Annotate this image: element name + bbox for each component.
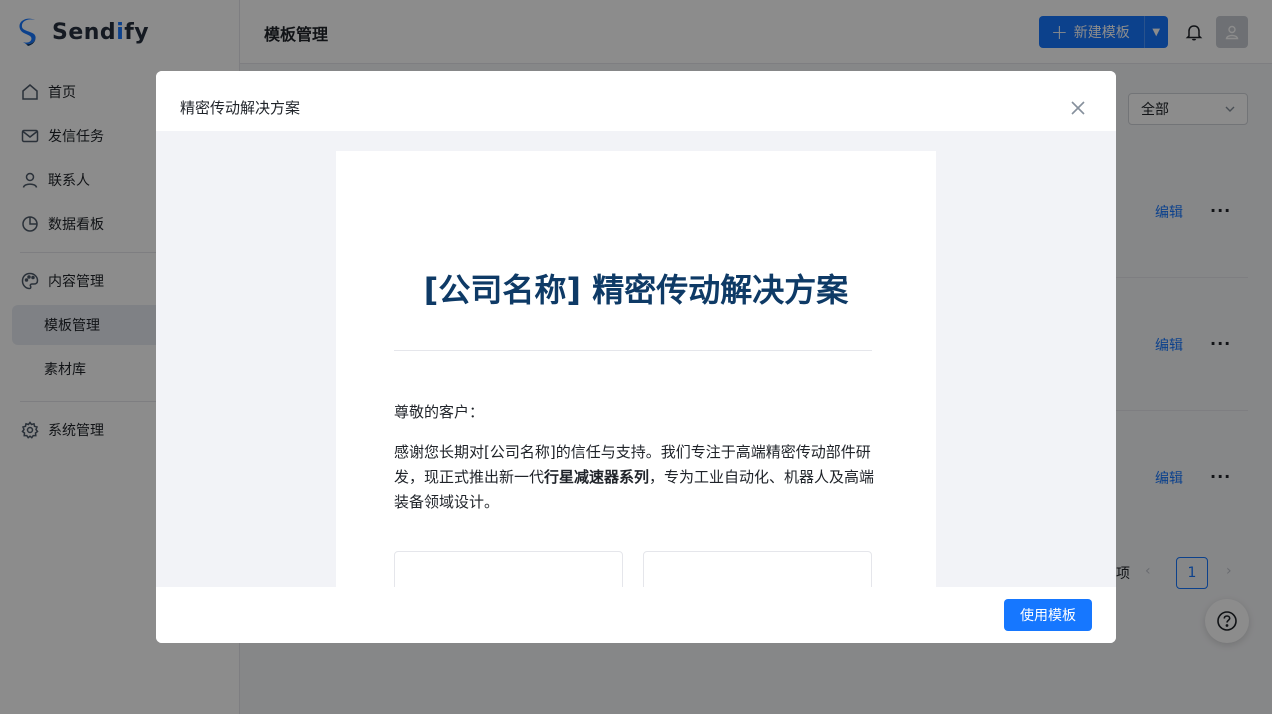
modal-body[interactable]: [公司名称] 精密传动解决方案 尊敬的客户： 感谢您长期对[公司名称]的信任与支… [156, 131, 1116, 587]
product-card [394, 551, 623, 587]
product-card [643, 551, 872, 587]
modal-title: 精密传动解决方案 [180, 99, 301, 117]
template-preview-modal: 精密传动解决方案 [公司名称] 精密传动解决方案 尊敬的客户： 感谢您长期对[公… [156, 71, 1116, 643]
modal-header: 精密传动解决方案 [156, 71, 1116, 131]
email-greeting: 尊敬的客户： [394, 403, 485, 421]
email-paragraph: 感谢您长期对[公司名称]的信任与支持。我们专注于高端精密传动部件研发，现正式推出… [394, 443, 875, 511]
close-icon[interactable] [1069, 99, 1087, 117]
email-heading: [公司名称] 精密传动解决方案 [423, 271, 849, 309]
email-highlight: 行星减速器系列 [544, 468, 650, 486]
modal-footer: 使用模板 [156, 587, 1116, 643]
use-template-button[interactable]: 使用模板 [1004, 599, 1092, 631]
email-preview: [公司名称] 精密传动解决方案 尊敬的客户： 感谢您长期对[公司名称]的信任与支… [336, 151, 936, 587]
email-divider [394, 350, 872, 351]
